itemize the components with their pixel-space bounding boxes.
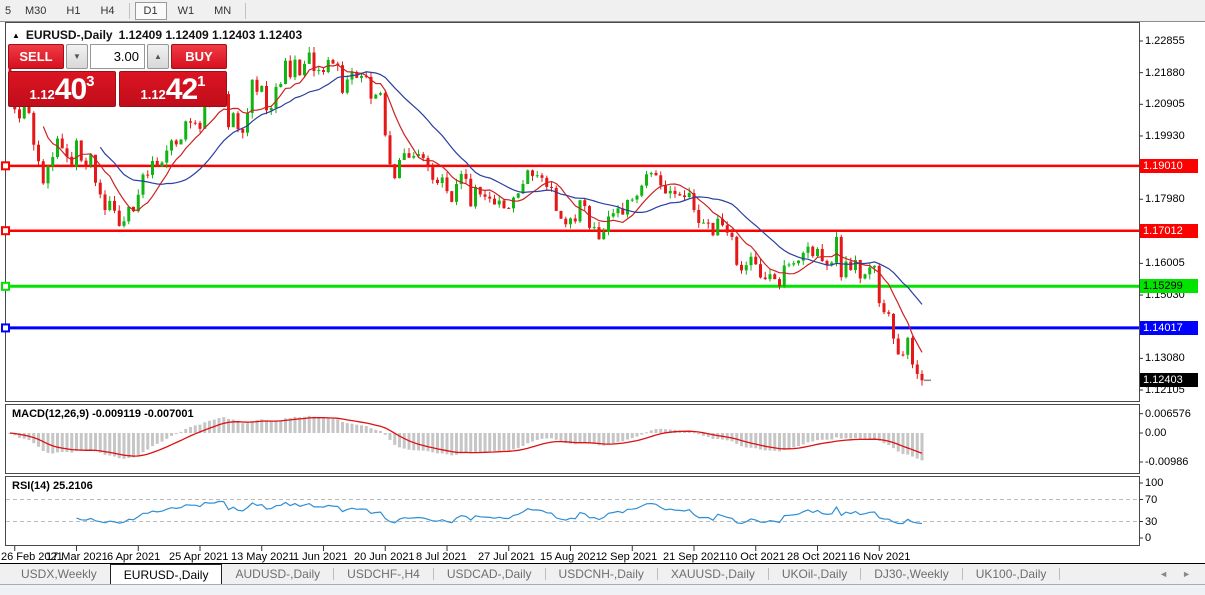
price-tick-label: 1.17980 <box>1145 193 1185 205</box>
timeframe-button-m30[interactable]: M30 <box>16 2 55 20</box>
buy-price-pips: 42 <box>166 75 197 105</box>
chart-tab-usdchf[interactable]: USDCHF-,H4 <box>334 564 433 584</box>
date-label: 6 Apr 2021 <box>107 551 160 563</box>
toolbar-separator <box>245 3 246 19</box>
date-label: 28 Oct 2021 <box>787 551 847 563</box>
date-label: 15 Aug 2021 <box>540 551 602 563</box>
chart-tab-uk100[interactable]: UK100-,Daily <box>963 564 1060 584</box>
symbol-name: EURUSD-,Daily <box>26 28 113 42</box>
chart-tab-usdcad[interactable]: USDCAD-,Daily <box>434 564 545 584</box>
buy-price-point: 1 <box>197 73 205 90</box>
chart-tab-ukoil[interactable]: UKOil-,Daily <box>769 564 860 584</box>
collapse-triangle-icon[interactable]: ▲ <box>12 31 20 40</box>
date-label: 8 Jul 2021 <box>416 551 467 563</box>
toolbar-separator <box>129 3 130 19</box>
sell-price-pips: 40 <box>55 75 86 105</box>
price-tick-label: 1.13080 <box>1145 352 1185 364</box>
tab-separator <box>1059 568 1060 580</box>
chart-tab-eurusd[interactable]: EURUSD-,Daily <box>110 564 223 584</box>
sell-button[interactable]: SELL <box>8 44 64 69</box>
tab-scroll-arrows: ◄► <box>1159 564 1205 584</box>
trading-terminal: 5M30H1H4 D1W1MN ▲ EURUSD-,Daily 1.12409 1… <box>0 0 1205 595</box>
rsi-pane[interactable] <box>5 476 1140 546</box>
date-label: 17 Mar 2021 <box>46 551 108 563</box>
date-label: 27 Jul 2021 <box>478 551 535 563</box>
ohlc-quotes: 1.12409 1.12409 1.12403 1.12403 <box>119 28 303 42</box>
macd-tick-label: 0.00 <box>1145 427 1166 439</box>
sell-price-point: 3 <box>86 73 94 90</box>
chart-title: ▲ EURUSD-,Daily 1.12409 1.12409 1.12403 … <box>12 28 302 42</box>
macd-tick-label: 0.006576 <box>1145 408 1191 420</box>
volume-decrease-button[interactable]: ▼ <box>66 44 88 69</box>
macd-indicator-label: MACD(12,26,9) -0.009119 -0.007001 <box>12 408 194 420</box>
level-price-tag-1.15299[interactable]: 1.15299 <box>1140 279 1198 293</box>
timeframe-button-h1[interactable]: H1 <box>57 2 89 20</box>
timeframe-button-d1[interactable]: D1 <box>135 2 167 20</box>
date-label: 2 Sep 2021 <box>601 551 657 563</box>
tab-scroll-right-icon[interactable]: ► <box>1182 569 1191 579</box>
chart-tab-xauusd[interactable]: XAUUSD-,Daily <box>658 564 768 584</box>
rsi-tick-label: 30 <box>1145 516 1157 528</box>
chart-tab-usdcnh[interactable]: USDCNH-,Daily <box>546 564 657 584</box>
price-tick-label: 1.22855 <box>1145 35 1185 47</box>
date-label: 20 Jun 2021 <box>354 551 415 563</box>
level-price-tag-1.19010[interactable]: 1.19010 <box>1140 159 1198 173</box>
date-label: 13 May 2021 <box>231 551 295 563</box>
status-bar <box>0 584 1205 595</box>
buy-button[interactable]: BUY <box>171 44 227 69</box>
timeframe-toolbar: 5M30H1H4 D1W1MN <box>0 0 1205 22</box>
timeframe-button-h4[interactable]: H4 <box>91 2 123 20</box>
price-tick-label: 1.21880 <box>1145 67 1185 79</box>
chart-tab-bar: USDX,WeeklyEURUSD-,DailyAUDUSD-,DailyUSD… <box>0 563 1205 584</box>
price-tick-label: 1.20905 <box>1145 98 1185 110</box>
macd-tick-label: -0.00986 <box>1145 456 1188 468</box>
buy-price-base: 1.12 <box>140 87 165 102</box>
timeframe-button-w1[interactable]: W1 <box>169 2 204 20</box>
volume-input[interactable] <box>90 44 145 69</box>
date-label: 16 Nov 2021 <box>848 551 910 563</box>
rsi-tick-label: 70 <box>1145 494 1157 506</box>
sell-price-base: 1.12 <box>29 87 54 102</box>
chart-tab-usdx[interactable]: USDX,Weekly <box>8 564 110 584</box>
buy-price-display[interactable]: 1.12 42 1 <box>119 71 227 107</box>
chart-tab-audusd[interactable]: AUDUSD-,Daily <box>222 564 333 584</box>
one-click-trading-panel: SELL ▼ ▲ BUY 1.12 40 3 1.12 42 1 <box>8 44 227 107</box>
sell-price-display[interactable]: 1.12 40 3 <box>8 71 116 107</box>
date-label: 10 Oct 2021 <box>725 551 785 563</box>
date-label: 1 Jun 2021 <box>293 551 347 563</box>
rsi-tick-label: 0 <box>1145 532 1151 544</box>
volume-increase-button[interactable]: ▲ <box>147 44 169 69</box>
chart-tab-dj30[interactable]: DJ30-,Weekly <box>861 564 961 584</box>
price-tick-label: 1.19930 <box>1145 130 1185 142</box>
timeframe-button-5[interactable]: 5 <box>1 2 14 20</box>
rsi-indicator-label: RSI(14) 25.2106 <box>12 480 93 492</box>
date-label: 25 Apr 2021 <box>169 551 228 563</box>
rsi-tick-label: 100 <box>1145 477 1163 489</box>
current-price-tag: 1.12403 <box>1140 373 1198 387</box>
level-price-tag-1.17012[interactable]: 1.17012 <box>1140 224 1198 238</box>
timeframe-button-mn[interactable]: MN <box>205 2 240 20</box>
tab-scroll-left-icon[interactable]: ◄ <box>1159 569 1168 579</box>
date-label: 21 Sep 2021 <box>663 551 725 563</box>
price-tick-label: 1.16005 <box>1145 257 1185 269</box>
level-price-tag-1.14017[interactable]: 1.14017 <box>1140 321 1198 335</box>
